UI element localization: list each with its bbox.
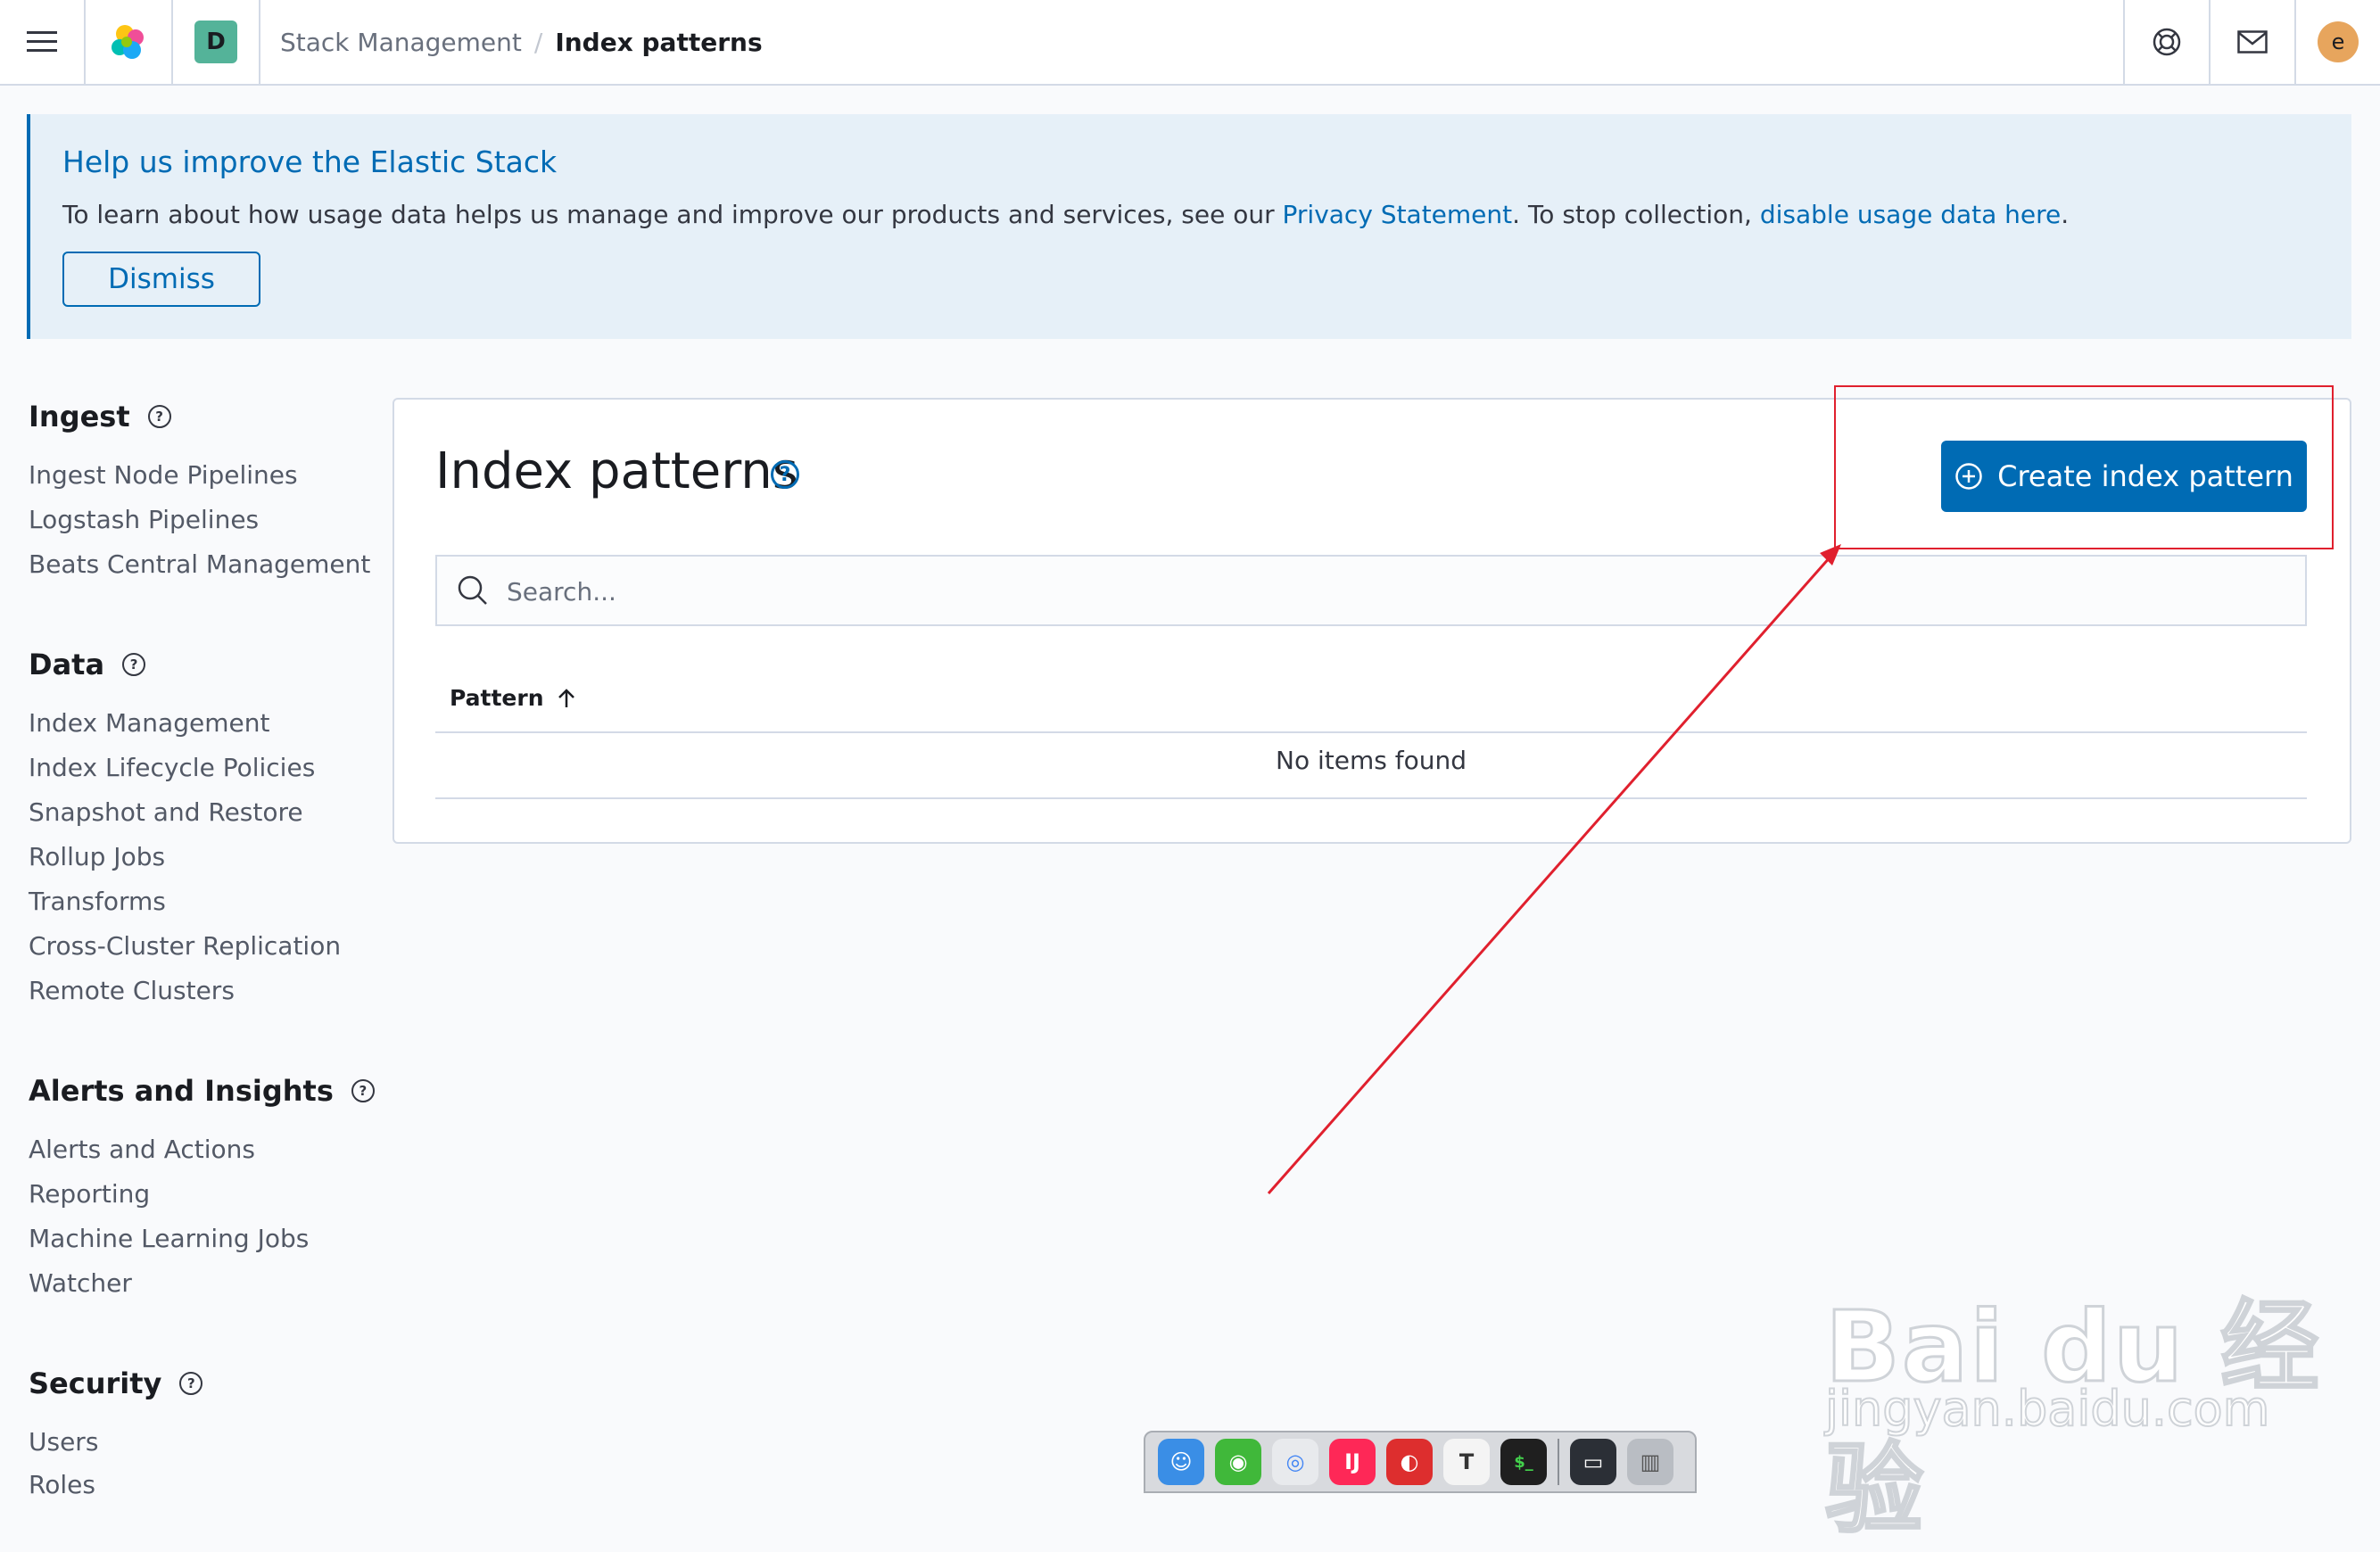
chrome-icon[interactable]: ◎ <box>1272 1439 1318 1485</box>
typora-icon[interactable]: T <box>1443 1439 1490 1485</box>
screen-icon[interactable]: ▭ <box>1570 1439 1616 1485</box>
wechat-icon[interactable]: ◉ <box>1215 1439 1261 1485</box>
dock-divider <box>1558 1439 1559 1485</box>
macos-dock: ☺ ◉ ◎ IJ ◐ T $_ ▭ ▥ <box>1144 1431 1697 1493</box>
netease-music-icon[interactable]: ◐ <box>1386 1439 1433 1485</box>
terminal-icon[interactable]: $_ <box>1500 1439 1547 1485</box>
trash-icon[interactable]: ▥ <box>1627 1439 1673 1485</box>
intellij-icon[interactable]: IJ <box>1329 1439 1376 1485</box>
baidu-watermark-url: jingyan.baidu.com <box>1824 1380 2270 1438</box>
finder-icon[interactable]: ☺ <box>1158 1439 1204 1485</box>
